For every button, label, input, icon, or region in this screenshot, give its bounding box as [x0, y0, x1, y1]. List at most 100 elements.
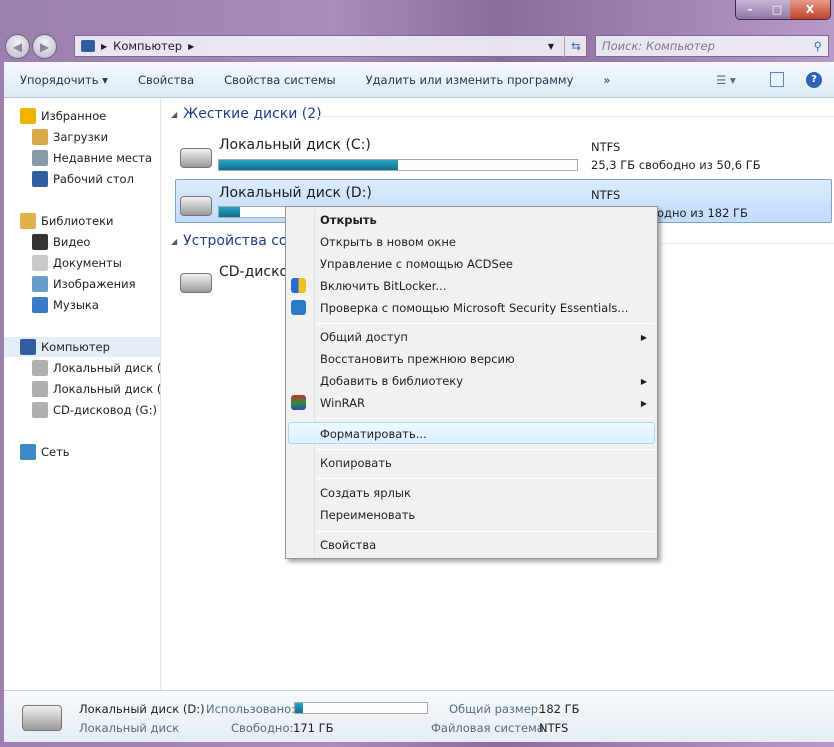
sidebar-item[interactable]: CD-дисковод (G:)	[32, 400, 157, 420]
libraries-icon	[20, 213, 36, 229]
sidebar-item[interactable]: Сеть	[20, 442, 70, 462]
sidebar-item-label: CD-дисковод (G:)	[53, 403, 157, 417]
preview-pane-icon[interactable]	[770, 72, 784, 87]
winrar-icon	[291, 395, 306, 410]
downloads-icon	[32, 129, 48, 145]
status-free-label: Свободно:	[231, 721, 294, 735]
menu-item[interactable]: Восстановить прежнюю версию	[320, 352, 515, 366]
menu-separator	[316, 323, 654, 324]
submenu-arrow-icon: ▶	[640, 377, 647, 386]
pictures-icon	[32, 276, 48, 292]
sidebar-item[interactable]: Недавние места	[32, 148, 152, 168]
breadcrumb-arrow-icon[interactable]: ▶	[188, 42, 194, 51]
menu-item[interactable]: Управление с помощью ACDSee	[320, 257, 513, 271]
menu-item[interactable]: Копировать	[320, 456, 392, 470]
menu-item[interactable]: Открыть	[320, 213, 377, 227]
menu-separator	[316, 449, 654, 450]
menu-item[interactable]: Общий доступ	[320, 330, 408, 344]
sidebar-item-label: Локальный диск (D	[53, 382, 171, 396]
search-input[interactable]: Поиск: Компьютер ⚲	[595, 35, 829, 57]
forward-button[interactable]: ▶	[32, 34, 57, 59]
drive-c-fs: NTFS	[591, 140, 621, 154]
details-pane: Локальный диск (D:) Локальный диск Испол…	[4, 690, 834, 742]
sidebar-item[interactable]: Изображения	[32, 274, 136, 294]
cd-drive-icon	[180, 273, 212, 293]
menu-item[interactable]: Создать ярлык	[320, 486, 411, 500]
sidebar-item[interactable]: Загрузки	[32, 127, 108, 147]
menu-separator	[316, 418, 654, 419]
drive-c-free: 25,3 ГБ свободно из 50,6 ГБ	[591, 158, 761, 172]
documents-icon	[32, 255, 48, 271]
status-free-value: 171 ГБ	[293, 721, 334, 735]
uninstall-program-button[interactable]: Удалить или изменить программу	[366, 73, 574, 87]
collapse-icon[interactable]: ◢	[171, 237, 177, 246]
organize-button[interactable]: Упорядочить ▾	[20, 73, 108, 87]
sidebar-item-label: Сеть	[41, 445, 70, 459]
status-used-label: Использовано:	[206, 702, 296, 716]
sidebar-item[interactable]: Локальный диск (C	[32, 358, 169, 378]
back-button[interactable]: ◀	[5, 34, 30, 59]
drive-c-usage-bar	[218, 159, 578, 171]
search-icon[interactable]: ⚲	[814, 39, 822, 53]
address-dropdown-icon[interactable]: ▼	[548, 42, 554, 51]
window-controls: – □ X	[735, 0, 831, 20]
sidebar-item[interactable]: Рабочий стол	[32, 169, 134, 189]
sidebar-item[interactable]: Документы	[32, 253, 122, 273]
minimize-button[interactable]: –	[736, 0, 764, 19]
sidebar-item[interactable]: Музыка	[32, 295, 99, 315]
maximize-button[interactable]: □	[764, 0, 790, 19]
sidebar-item[interactable]: Видео	[32, 232, 90, 252]
system-properties-button[interactable]: Свойства системы	[224, 73, 335, 87]
sidebar-item[interactable]: Библиотеки	[20, 211, 114, 231]
cd-drive-name[interactable]: CD-диско	[219, 264, 288, 280]
sidebar-item-label: Библиотеки	[41, 214, 114, 228]
desktop-icon	[32, 171, 48, 187]
breadcrumb-arrow-icon: ▶	[101, 41, 108, 51]
status-total-label: Общий размер:	[449, 702, 542, 716]
drive-d-name[interactable]: Локальный диск (D:)	[219, 185, 372, 201]
menu-item[interactable]: Включить BitLocker...	[320, 279, 446, 293]
more-button[interactable]: »	[603, 73, 610, 87]
collapse-icon[interactable]: ◢	[171, 110, 177, 119]
drive-icon	[180, 196, 212, 216]
sidebar-item[interactable]: Избранное	[20, 106, 106, 126]
group-header-hard-disks[interactable]: Жесткие диски (2)	[183, 106, 321, 122]
search-placeholder: Поиск: Компьютер	[602, 39, 715, 53]
menu-item[interactable]: Проверка с помощью Microsoft Security Es…	[320, 301, 628, 315]
sidebar-item-label: Видео	[53, 235, 91, 249]
submenu-arrow-icon: ▶	[640, 333, 647, 342]
network-icon	[20, 444, 36, 460]
close-button[interactable]: X	[790, 0, 830, 19]
drive-c-name[interactable]: Локальный диск (C:)	[219, 137, 371, 153]
sidebar-item-label: Недавние места	[53, 151, 153, 165]
help-icon[interactable]: ?	[806, 71, 822, 88]
sidebar-item-label: Загрузки	[53, 130, 109, 144]
properties-button[interactable]: Свойства	[138, 73, 194, 87]
view-options-icon[interactable]: ☰ ▾	[716, 73, 736, 87]
menu-item[interactable]: Добавить в библиотеку	[320, 374, 463, 388]
navigation-buttons: ◀ ▶	[5, 34, 57, 59]
menu-item[interactable]: Переименовать	[320, 508, 415, 522]
star-icon	[20, 108, 36, 124]
drive-icon	[22, 705, 62, 731]
menu-item[interactable]: Свойства	[320, 538, 376, 552]
refresh-button[interactable]: ⇆	[564, 35, 587, 57]
sidebar-item-label: Документы	[53, 256, 122, 270]
address-bar[interactable]: ▶ Компьютер ▶ ▼	[74, 35, 587, 57]
status-fs-label: Файловая система:	[431, 721, 548, 735]
drive-d-free: одно из 182 ГБ	[657, 206, 748, 220]
group-header-removable[interactable]: Устройства со	[183, 233, 287, 249]
menu-item[interactable]: Форматировать...	[320, 427, 427, 441]
menu-separator	[316, 531, 654, 532]
navigation-pane: Избранное Загрузки Недавние места Рабочий с…	[4, 98, 170, 690]
sidebar-item[interactable]: Локальный диск (D	[32, 379, 170, 399]
menu-item[interactable]: WinRAR	[320, 396, 365, 410]
status-usage-bar	[294, 702, 428, 714]
sidebar-item-label: Локальный диск (C	[53, 361, 170, 375]
breadcrumb-computer[interactable]: Компьютер	[113, 39, 182, 53]
toolbar: Упорядочить ▾ Свойства Свойства системы …	[4, 62, 834, 98]
sidebar-item[interactable]: Компьютер	[4, 337, 160, 357]
music-icon	[32, 297, 48, 313]
menu-item[interactable]: Открыть в новом окне	[320, 235, 456, 249]
sidebar-item-label: Компьютер	[41, 340, 110, 354]
